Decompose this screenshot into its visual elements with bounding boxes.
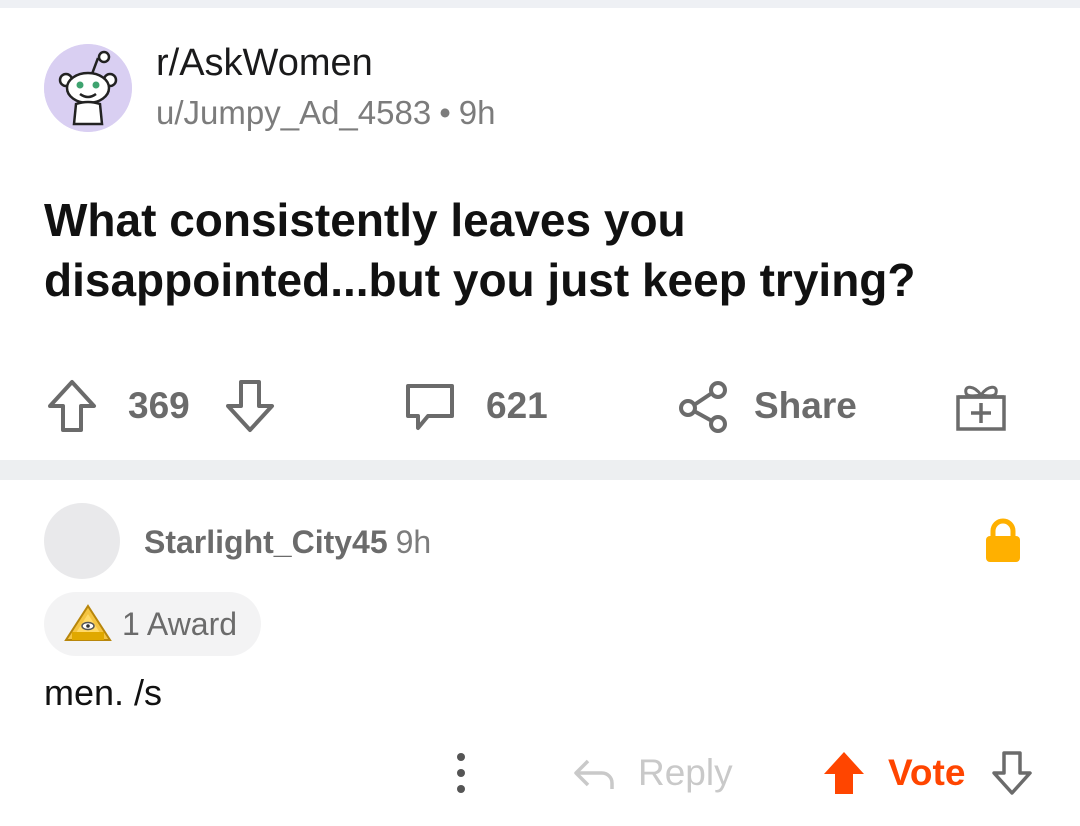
comment-author[interactable]: Starlight_City45 — [144, 524, 388, 560]
byline-separator: • — [439, 94, 451, 131]
speech-bubble-icon — [406, 384, 454, 430]
commenter-avatar[interactable] — [44, 503, 120, 579]
top-strip — [0, 0, 1080, 8]
share-button[interactable]: Share — [676, 370, 857, 442]
section-divider — [0, 460, 1080, 480]
comment-header: Starlight_City45 9h — [144, 520, 431, 564]
more-vertical-icon — [457, 753, 465, 793]
post-action-bar: 369 621 Share — [0, 370, 1080, 442]
subreddit-name[interactable]: r/AskWomen — [156, 41, 495, 85]
arrow-down-outline-icon — [992, 751, 1032, 795]
comments-button[interactable]: 621 — [402, 370, 548, 442]
upvote-count: 369 — [128, 385, 190, 426]
comment-count: 621 — [486, 385, 548, 426]
comment-body: men. /s — [44, 672, 163, 713]
share-nodes-icon — [679, 381, 727, 433]
gold-award-icon — [64, 604, 112, 641]
share-label: Share — [754, 385, 857, 426]
comment-downvote-button[interactable] — [990, 740, 1034, 806]
post-age: 9h — [458, 94, 496, 131]
post-byline: u/Jumpy_Ad_4583 • 9h — [156, 91, 495, 135]
lock-icon — [984, 518, 1022, 569]
comment-action-bar: Reply Vote — [0, 740, 1080, 806]
comment-upvote-button[interactable]: Vote — [822, 740, 965, 806]
reddit-snoo-avatar-icon[interactable] — [44, 44, 132, 132]
post-title-line-1: What consistently leaves you — [44, 194, 686, 246]
post-title-line-2: disappointed...but you just keep trying? — [44, 254, 916, 306]
reply-arrow-icon — [574, 759, 614, 789]
arrow-up-filled-icon — [824, 752, 864, 794]
more-options-button[interactable] — [446, 740, 476, 806]
award-badge[interactable]: 1 Award — [44, 592, 262, 656]
arrow-up-outline-icon — [48, 380, 96, 432]
post-title[interactable]: What consistently leaves you disappointe… — [44, 190, 1034, 310]
arrow-down-outline-icon — [226, 380, 274, 432]
comment-age: 9h — [395, 524, 432, 560]
reply-button[interactable]: Reply — [572, 740, 733, 806]
reply-label: Reply — [638, 752, 733, 793]
upvote-button[interactable] — [44, 370, 100, 442]
vote-label: Vote — [888, 752, 966, 793]
give-award-button[interactable] — [952, 370, 1010, 442]
post-author[interactable]: u/Jumpy_Ad_4583 — [156, 94, 431, 131]
gift-box-plus-icon — [956, 385, 1006, 431]
award-count-label: 1 Award — [122, 605, 238, 642]
downvote-button[interactable] — [222, 370, 278, 442]
post-header: r/AskWomen u/Jumpy_Ad_4583 • 9h — [44, 41, 495, 135]
